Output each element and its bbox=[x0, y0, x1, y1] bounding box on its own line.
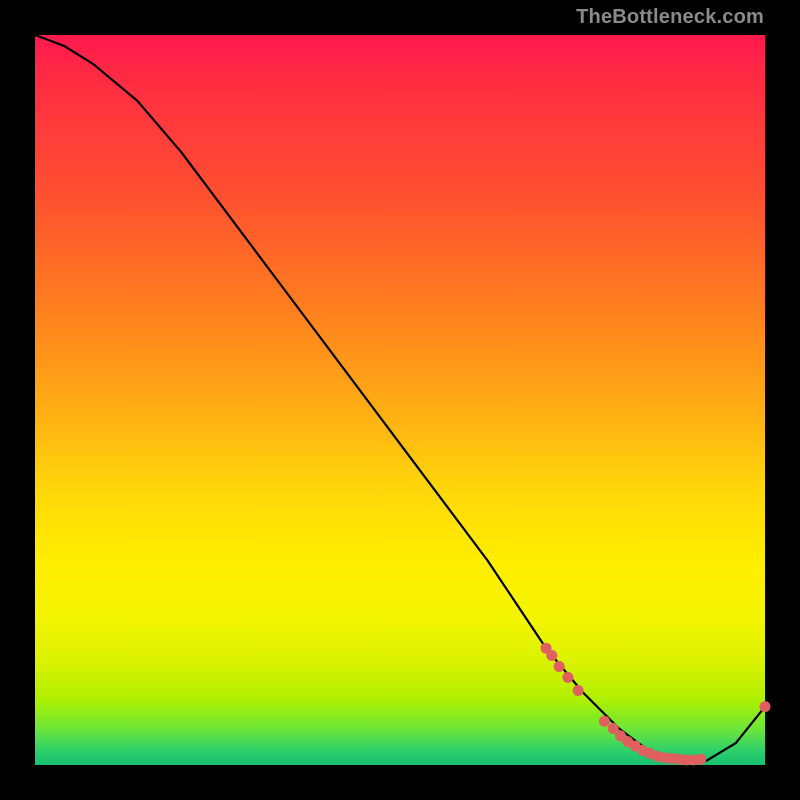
bottleneck-curve bbox=[35, 35, 765, 761]
data-point bbox=[695, 754, 706, 765]
data-point bbox=[554, 661, 565, 672]
chart-overlay bbox=[35, 35, 765, 765]
data-point bbox=[599, 716, 610, 727]
data-point bbox=[562, 672, 573, 683]
data-points bbox=[541, 643, 771, 766]
watermark-text: TheBottleneck.com bbox=[576, 6, 764, 29]
data-point bbox=[546, 650, 557, 661]
chart-container: TheBottleneck.com bbox=[0, 0, 800, 800]
data-point bbox=[760, 701, 771, 712]
data-point bbox=[573, 685, 584, 696]
